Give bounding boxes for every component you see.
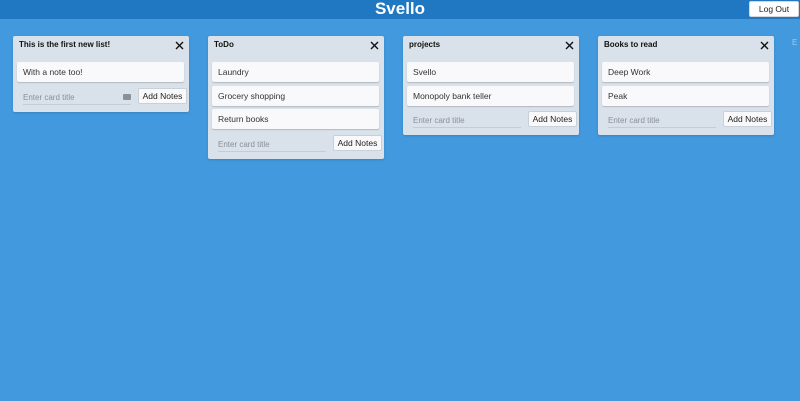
top-bar: Svello Log Out — [0, 0, 800, 19]
add-card-row: Add Notes — [407, 111, 577, 129]
card-title-input[interactable] — [413, 113, 521, 128]
add-card-row: Add Notes — [212, 135, 382, 153]
card[interactable]: Peak — [602, 86, 769, 106]
add-card-row: Add Notes — [602, 111, 772, 129]
card[interactable]: Grocery shopping — [212, 86, 379, 106]
list-title: This is the first new list! — [19, 40, 111, 49]
list-column: This is the first new list! With a note … — [13, 36, 189, 112]
add-notes-button[interactable]: Add Notes — [138, 88, 187, 104]
card[interactable]: Return books — [212, 109, 379, 129]
keyboard-icon — [123, 94, 131, 100]
add-card-row: Add Notes — [17, 88, 187, 106]
list-title: Books to read — [604, 40, 658, 49]
card-title-input[interactable] — [23, 90, 131, 105]
card[interactable]: With a note too! — [17, 62, 184, 82]
card-title-input[interactable] — [608, 113, 716, 128]
new-list-input-stub[interactable]: E — [792, 38, 797, 47]
list-title: projects — [409, 40, 441, 49]
close-icon[interactable] — [564, 40, 575, 51]
logout-button[interactable]: Log Out — [749, 1, 799, 17]
add-notes-button[interactable]: Add Notes — [333, 135, 382, 151]
list-column: Books to read Deep Work Peak Add Notes — [598, 36, 774, 135]
add-notes-button[interactable]: Add Notes — [723, 111, 772, 127]
list-column: ToDo Laundry Grocery shopping Return boo… — [208, 36, 384, 159]
add-notes-button[interactable]: Add Notes — [528, 111, 577, 127]
app-title: Svello — [374, 0, 426, 18]
card[interactable]: Svello — [407, 62, 574, 82]
list-title: ToDo — [214, 40, 234, 49]
card-title-input[interactable] — [218, 137, 326, 152]
card[interactable]: Deep Work — [602, 62, 769, 82]
list-column: projects Svello Monopoly bank teller Add… — [403, 36, 579, 135]
card[interactable]: Laundry — [212, 62, 379, 82]
close-icon[interactable] — [759, 40, 770, 51]
close-icon[interactable] — [369, 40, 380, 51]
card[interactable]: Monopoly bank teller — [407, 86, 574, 106]
close-icon[interactable] — [174, 40, 185, 51]
